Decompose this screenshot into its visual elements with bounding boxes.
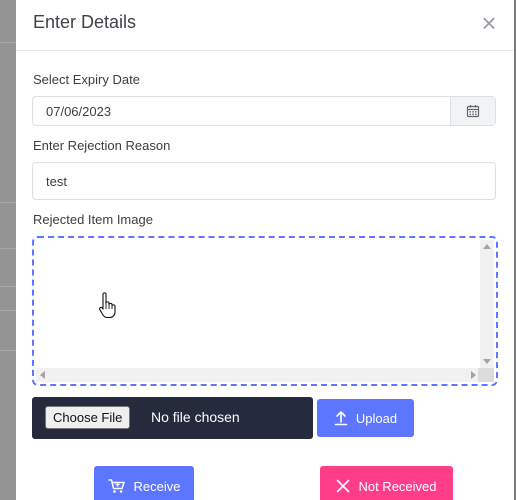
backdrop-divider [0,286,16,287]
scroll-down-icon[interactable] [483,359,491,364]
enter-details-modal: Enter Details × Select Expiry Date 07/06… [16,0,514,500]
vertical-scrollbar[interactable] [480,240,494,368]
close-icon: × [481,8,497,38]
modal-header: Enter Details × [16,0,514,51]
backdrop-divider [0,310,16,311]
upload-arrow-icon [334,411,348,426]
upload-button[interactable]: Upload [317,399,414,437]
not-received-button[interactable]: Not Received [320,466,453,500]
backdrop-divider [0,42,16,43]
modal-title: Enter Details [33,12,137,32]
rejection-reason-label: Enter Rejection Reason [33,138,171,153]
not-received-button-label: Not Received [358,478,437,494]
file-input[interactable]: Choose File No file chosen [32,397,313,439]
expiry-date-input[interactable]: 07/06/2023 [32,96,496,126]
rejection-reason-input[interactable]: test [32,162,496,200]
backdrop-divider [0,248,16,249]
rejection-reason-value: test [46,174,67,189]
cart-icon [107,479,125,493]
close-button[interactable]: × [480,10,498,36]
rejected-image-label: Rejected Item Image [33,212,153,227]
receive-button-label: Receive [133,478,181,494]
backdrop-divider [0,350,16,351]
scrollbar-corner [478,368,494,382]
scroll-up-icon[interactable] [483,244,491,249]
x-icon [337,479,350,493]
calendar-button[interactable] [450,97,495,125]
backdrop-divider [0,202,16,203]
calendar-icon [466,105,480,118]
scroll-left-icon[interactable] [40,371,45,379]
hand-pointer-icon [99,292,116,319]
file-status-text: No file chosen [151,409,240,425]
expiry-date-value: 07/06/2023 [46,104,112,119]
horizontal-scrollbar[interactable] [36,368,480,382]
choose-file-button[interactable]: Choose File [45,406,131,429]
receive-button[interactable]: Receive [94,466,194,500]
scroll-right-icon[interactable] [471,371,476,379]
upload-button-label: Upload [355,410,398,426]
expiry-date-label: Select Expiry Date [33,72,140,87]
